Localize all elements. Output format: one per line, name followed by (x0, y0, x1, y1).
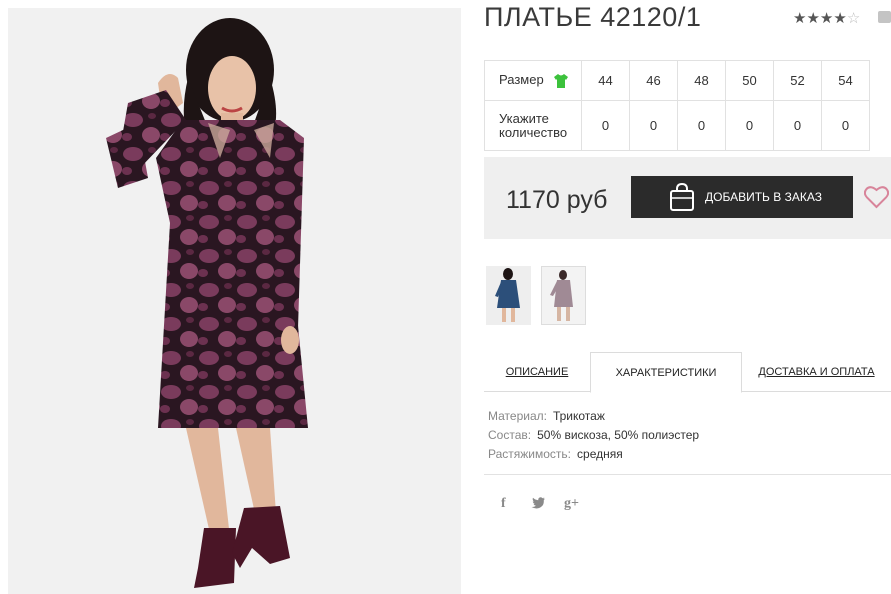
size-option[interactable]: 50 (725, 60, 774, 101)
comment-icon[interactable] (878, 11, 891, 23)
size-option[interactable]: 48 (677, 60, 726, 101)
product-main-photo[interactable] (8, 8, 461, 594)
star-icon[interactable]: ★ (833, 10, 846, 27)
quantity-input[interactable]: 0 (677, 100, 726, 151)
tab-description[interactable]: ОПИСАНИЕ (484, 352, 590, 392)
size-row: Размер 44 46 48 50 52 54 (484, 60, 870, 101)
star-icon[interactable]: ★ (820, 10, 833, 27)
star-icon[interactable]: ★ (806, 10, 819, 27)
size-quantity-table: Размер 44 46 48 50 52 54 Укажите количес… (484, 60, 870, 151)
size-option[interactable]: 52 (773, 60, 822, 101)
spec-key: Состав: (488, 428, 532, 442)
quantity-input[interactable]: 0 (725, 100, 774, 151)
spec-value: Трикотаж (552, 409, 605, 423)
spec-row: Состав: 50% вискоза, 50% полиэстер (488, 426, 699, 445)
product-tabs: ОПИСАНИЕ ХАРАКТЕРИСТИКИ ДОСТАВКА И ОПЛАТ… (484, 352, 891, 393)
quantity-input[interactable]: 0 (773, 100, 822, 151)
size-label: Размер (499, 72, 544, 88)
twitter-icon[interactable] (531, 496, 545, 512)
spec-row: Растяжимость: средняя (488, 445, 699, 464)
size-option[interactable]: 54 (821, 60, 870, 101)
quantity-row: Укажите количество 0 0 0 0 0 0 (484, 100, 870, 151)
buy-box: 1170 руб ДОБАВИТЬ В ЗАКАЗ (484, 157, 891, 239)
twitter-bird-glyph (531, 497, 545, 509)
size-label-cell: Размер (484, 60, 582, 101)
heart-icon[interactable] (864, 185, 889, 209)
divider (484, 474, 891, 475)
model-dress-image (8, 8, 461, 594)
google-plus-icon[interactable]: g+ (564, 496, 579, 512)
rating-stars[interactable]: ★★★★☆ (793, 9, 860, 27)
add-to-order-label: ДОБАВИТЬ В ЗАКАЗ (705, 190, 822, 204)
star-icon[interactable]: ★ (793, 10, 806, 27)
size-option[interactable]: 44 (581, 60, 630, 101)
quantity-label-line1: Укажите (499, 110, 549, 126)
thumbnail-image (542, 267, 585, 324)
tab-delivery[interactable]: ДОСТАВКА И ОПЛАТА (742, 352, 891, 392)
thumbnail-blue-dress[interactable] (486, 266, 531, 325)
tab-characteristics[interactable]: ХАРАКТЕРИСТИКИ (590, 352, 742, 393)
spec-row: Материал: Трикотаж (488, 407, 699, 426)
size-option[interactable]: 46 (629, 60, 678, 101)
spec-value: средняя (577, 447, 623, 461)
tshirt-icon[interactable] (553, 73, 569, 88)
thumbnail-purple-dress[interactable] (541, 266, 586, 325)
add-to-order-button[interactable]: ДОБАВИТЬ В ЗАКАЗ (631, 176, 853, 218)
quantity-input[interactable]: 0 (581, 100, 630, 151)
star-icon[interactable]: ☆ (847, 10, 860, 27)
quantity-label-line2: количество (499, 124, 568, 140)
quantity-input[interactable]: 0 (821, 100, 870, 151)
price: 1170 руб (506, 186, 608, 214)
quantity-input[interactable]: 0 (629, 100, 678, 151)
spec-value: 50% вискоза, 50% полиэстер (537, 428, 700, 442)
facebook-icon[interactable]: f (501, 496, 506, 512)
quantity-label-cell: Укажите количество (484, 100, 582, 151)
spec-key: Растяжимость: (488, 447, 572, 461)
shopping-bag-icon (670, 183, 694, 211)
thumbnail-image (486, 266, 531, 325)
product-title: ПЛАТЬЕ 42120/1 (484, 2, 702, 32)
characteristics-list: Материал: Трикотаж Состав: 50% вискоза, 50… (488, 407, 699, 464)
spec-key: Материал: (488, 409, 547, 423)
